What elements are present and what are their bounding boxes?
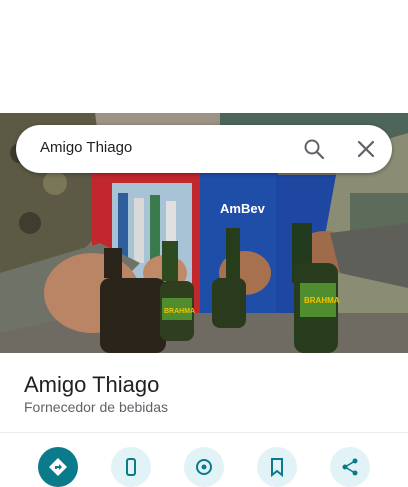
action-buttons: [0, 447, 408, 487]
place-category: Fornecedor de bebidas: [24, 399, 168, 415]
save-button[interactable]: [257, 447, 297, 487]
divider: [0, 432, 408, 433]
search-icon[interactable]: [302, 137, 326, 161]
search-bar[interactable]: Amigo Thiago: [16, 125, 392, 173]
website-button[interactable]: [184, 447, 224, 487]
map-area-blank: [0, 0, 408, 113]
phone-icon: [126, 458, 136, 476]
place-title: Amigo Thiago: [24, 372, 160, 397]
close-icon[interactable]: [354, 137, 378, 161]
search-input[interactable]: Amigo Thiago: [40, 139, 132, 156]
directions-icon: [49, 458, 67, 476]
save-icon: [271, 458, 283, 477]
share-icon: [342, 458, 358, 476]
directions-button[interactable]: [38, 447, 78, 487]
svg-text:BRAHMA: BRAHMA: [304, 296, 340, 305]
call-button[interactable]: [111, 447, 151, 487]
share-button[interactable]: [330, 447, 370, 487]
website-icon: [196, 459, 212, 475]
crate-brand-text: AmBev: [220, 201, 266, 216]
bottle-label-text: BRAHMA: [164, 308, 195, 315]
